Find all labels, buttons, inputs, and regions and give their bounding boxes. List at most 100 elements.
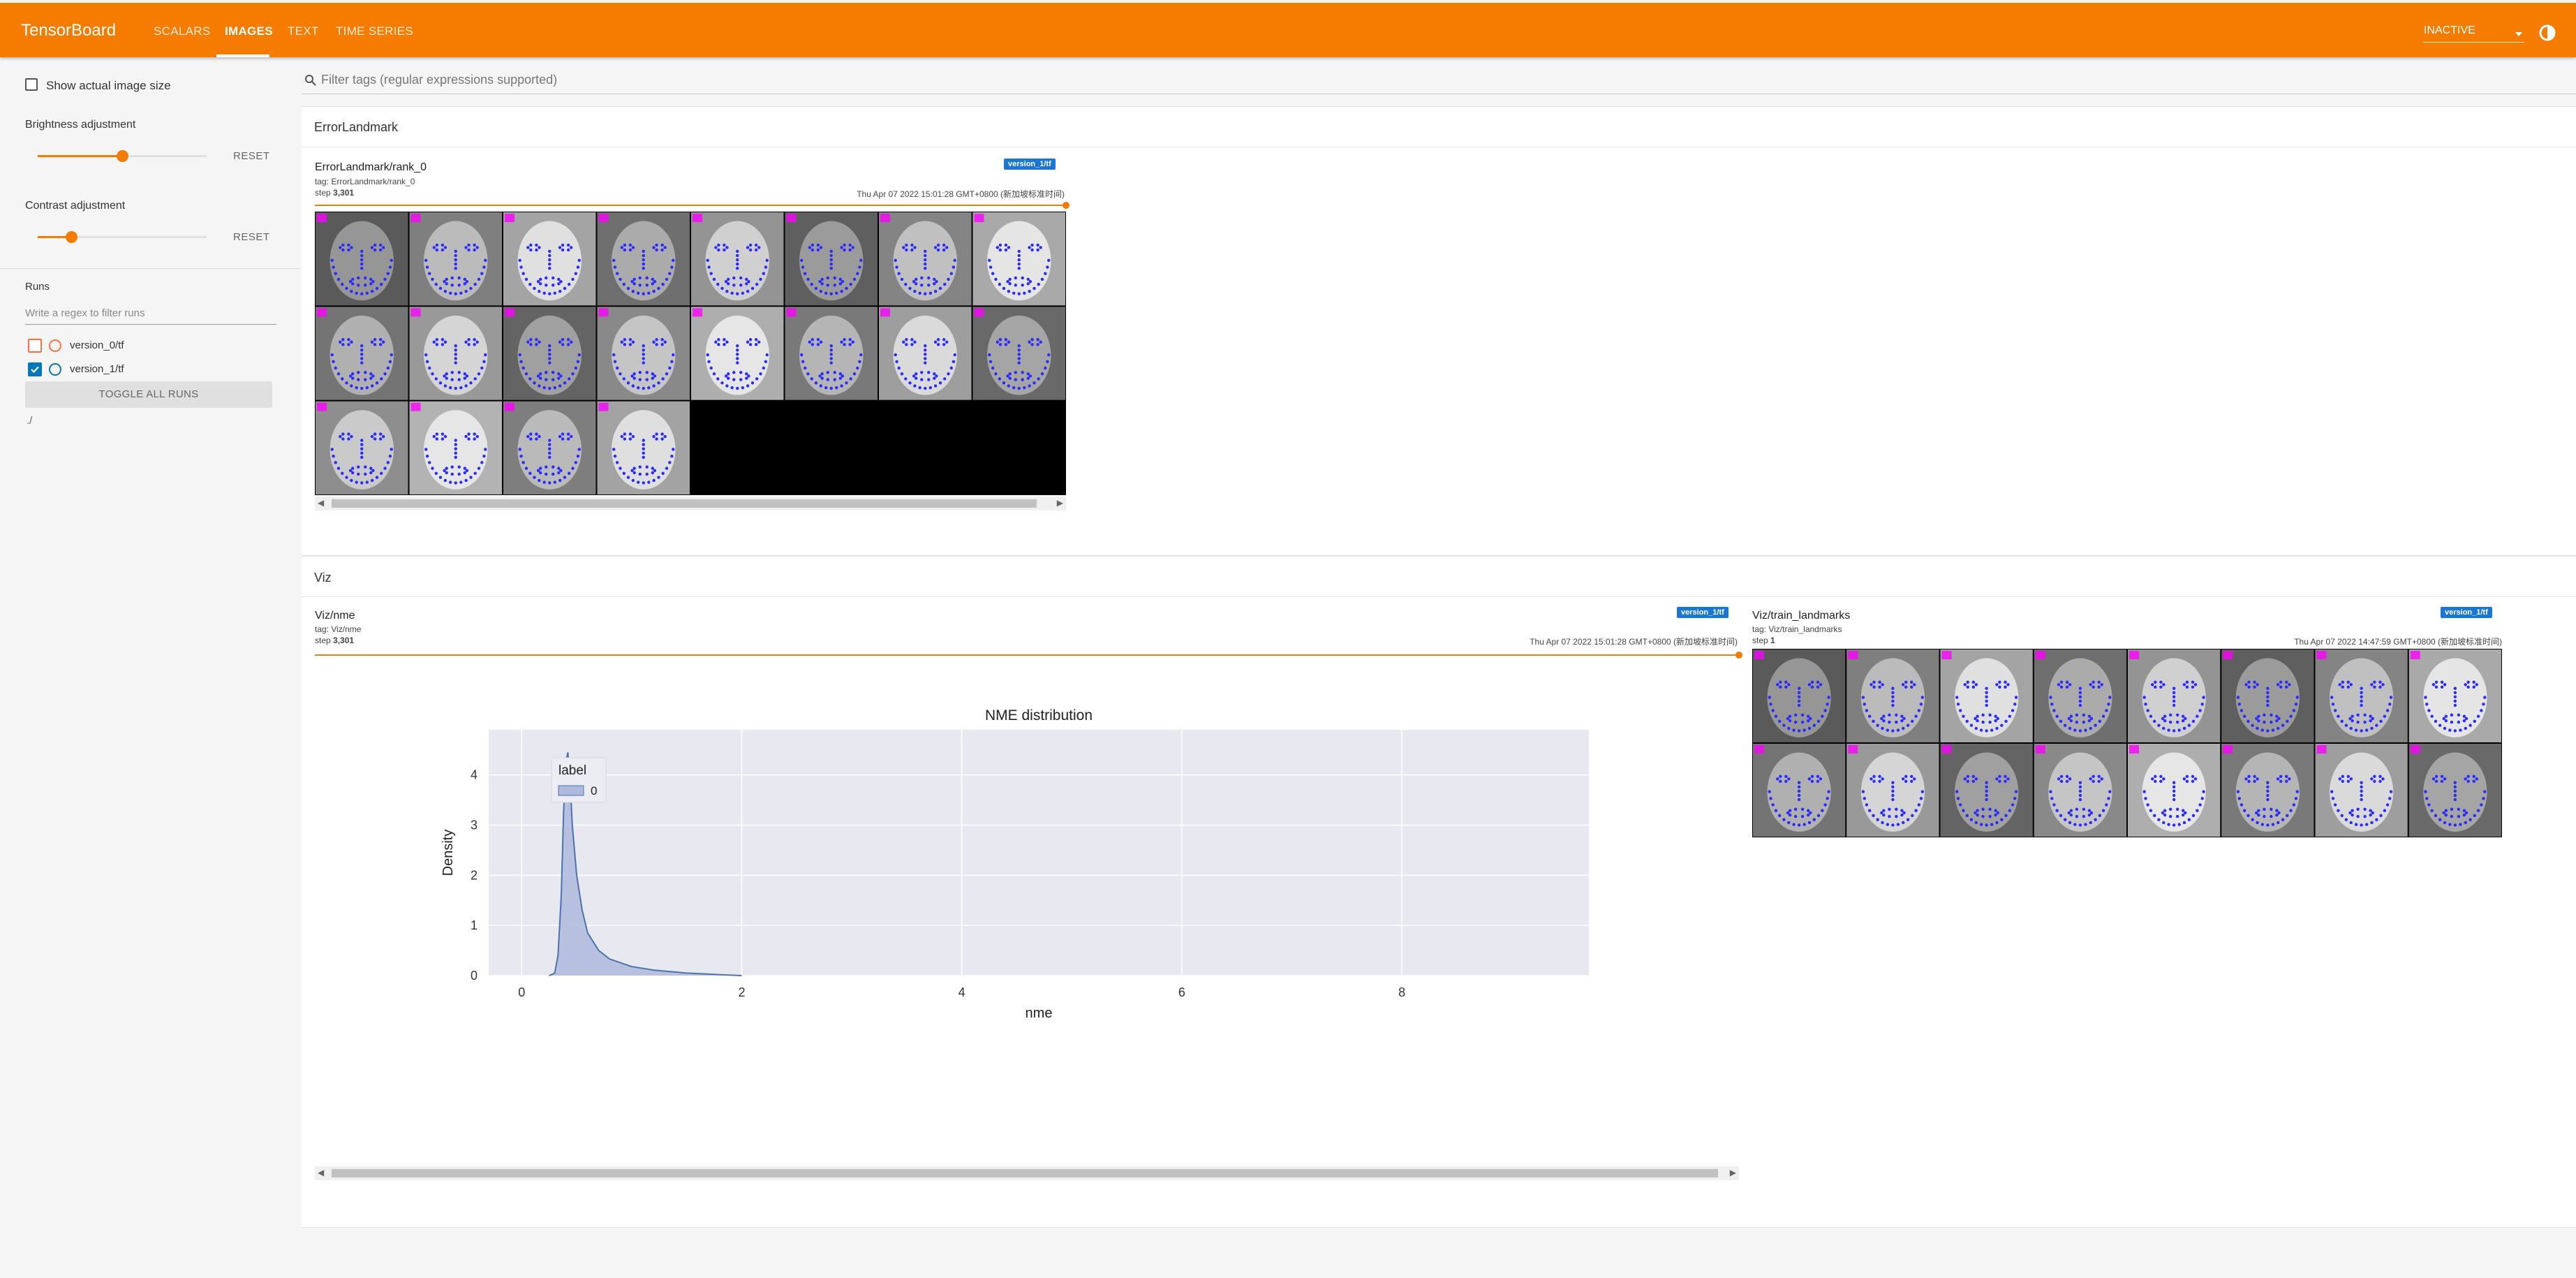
landmark-image-grid[interactable] xyxy=(315,212,1066,495)
face-tile xyxy=(597,401,690,494)
legend-swatch xyxy=(558,785,584,796)
face-tile xyxy=(691,307,784,400)
tab-images[interactable]: IMAGES xyxy=(225,24,273,38)
face-tile xyxy=(2315,649,2408,742)
image-horizontal-scrollbar[interactable]: ◀ ▶ xyxy=(315,1166,1739,1180)
card-timestamp: Thu Apr 07 2022 15:01:28 GMT+0800 (新加坡标准… xyxy=(1530,637,1738,647)
run-checkbox[interactable] xyxy=(28,362,42,376)
app-brand[interactable]: TensorBoard xyxy=(21,21,116,41)
chevron-down-icon xyxy=(2515,28,2523,41)
theme-toggle-icon[interactable] xyxy=(2538,24,2556,42)
x-tick-label: 0 xyxy=(518,985,525,999)
contrast-reset-button[interactable]: RESET xyxy=(233,231,270,243)
face-tile xyxy=(2315,744,2408,837)
face-tile xyxy=(879,307,972,400)
status-value: INACTIVE xyxy=(2424,24,2475,36)
brightness-slider-fill xyxy=(38,155,122,157)
face-tile xyxy=(691,212,784,306)
scroll-left-icon[interactable]: ◀ xyxy=(318,1168,324,1177)
run-checkbox[interactable] xyxy=(28,339,42,353)
scrollbar-thumb[interactable] xyxy=(332,499,1037,508)
face-tile xyxy=(785,212,878,306)
brightness-slider[interactable] xyxy=(38,150,207,162)
scroll-right-icon[interactable]: ▶ xyxy=(1730,1168,1736,1177)
contrast-label: Contrast adjustment xyxy=(25,200,126,212)
tab-scalars[interactable]: SCALARS xyxy=(154,24,210,38)
contrast-slider[interactable] xyxy=(38,231,207,243)
card-timestamp: Thu Apr 07 2022 14:47:59 GMT+0800 (新加坡标准… xyxy=(2294,637,2502,647)
run-color-swatch[interactable] xyxy=(49,363,61,376)
toggle-all-runs-button[interactable]: TOGGLE ALL RUNS xyxy=(25,381,272,408)
face-tile xyxy=(972,307,1065,400)
card-title: ErrorLandmark/rank_0 xyxy=(315,161,427,173)
search-icon xyxy=(305,75,316,86)
face-tile xyxy=(1753,744,1846,837)
y-tick-label: 2 xyxy=(471,868,478,882)
face-tile xyxy=(409,307,502,400)
run-name: version_0/tf xyxy=(70,339,124,351)
step-slider-thumb[interactable] xyxy=(1735,652,1742,659)
card-timestamp: Thu Apr 07 2022 15:01:28 GMT+0800 (新加坡标准… xyxy=(857,189,1065,199)
show-actual-size-label: Show actual image size xyxy=(46,79,171,92)
face-tile xyxy=(503,212,596,306)
x-tick-label: 2 xyxy=(738,985,745,999)
chart-title: NME distribution xyxy=(985,707,1093,724)
brightness-reset-button[interactable]: RESET xyxy=(233,150,270,162)
section-divider xyxy=(302,596,2576,597)
section-title: ErrorLandmark xyxy=(314,120,399,134)
face-tile xyxy=(972,212,1065,306)
scroll-left-icon[interactable]: ◀ xyxy=(318,498,324,508)
face-tile xyxy=(597,212,690,306)
face-tile xyxy=(2128,744,2221,837)
nme-distribution-chart[interactable]: 0 2 4 6 8 0 1 2 3 4 NME distribution nme Density labe… xyxy=(315,696,1739,1018)
face-tile xyxy=(1940,649,2033,742)
face-tiles xyxy=(1753,649,2501,837)
step-slider[interactable] xyxy=(315,654,1739,656)
runs-filter-input[interactable]: Write a regex to filter runs xyxy=(25,306,276,325)
face-tile xyxy=(1846,744,1939,837)
face-tile xyxy=(1940,744,2033,837)
face-tile xyxy=(2034,649,2126,742)
landmark-image-grid[interactable] xyxy=(1752,649,2502,837)
step-slider[interactable] xyxy=(315,205,1066,206)
status-select[interactable]: INACTIVE xyxy=(2422,21,2524,43)
run-chip: version_1/tf xyxy=(2441,607,2492,618)
run-chip: version_1/tf xyxy=(1004,159,1056,170)
x-tick-label: 4 xyxy=(958,985,965,999)
tab-text[interactable]: TEXT xyxy=(288,24,319,38)
face-tile xyxy=(316,401,408,494)
run-color-swatch[interactable] xyxy=(49,339,61,352)
face-tile xyxy=(2034,744,2126,837)
runs-filter-placeholder: Write a regex to filter runs xyxy=(25,307,145,319)
face-tile xyxy=(1846,649,1939,742)
face-tile xyxy=(1753,649,1846,742)
scroll-right-icon[interactable]: ▶ xyxy=(1057,498,1063,508)
card-tag: tag: Viz/train_landmarks xyxy=(1752,624,1842,634)
tag-filter-placeholder: Filter tags (regular expressions support… xyxy=(321,73,558,87)
face-tiles xyxy=(316,212,1065,494)
card-tag: tag: ErrorLandmark/rank_0 xyxy=(315,177,415,186)
section-errorlandmark: ErrorLandmark ErrorLandmark/rank_0 versi… xyxy=(302,106,2576,556)
x-tick-label: 8 xyxy=(1398,985,1405,999)
contrast-slider-thumb[interactable] xyxy=(66,231,78,243)
face-tile xyxy=(409,401,502,494)
y-tick-label: 3 xyxy=(471,818,478,832)
card-tag: tag: Viz/nme xyxy=(315,624,362,634)
legend-title: label xyxy=(558,763,586,778)
face-tile xyxy=(597,307,690,400)
image-horizontal-scrollbar[interactable]: ◀ ▶ xyxy=(315,497,1066,511)
log-dir-path: ./ xyxy=(27,415,33,427)
y-tick-label: 4 xyxy=(471,768,478,782)
face-tile xyxy=(2408,649,2501,742)
scrollbar-thumb[interactable] xyxy=(332,1169,1718,1177)
card-title: Viz/nme xyxy=(315,610,355,622)
step-slider-thumb[interactable] xyxy=(1063,202,1069,209)
face-tile xyxy=(503,307,596,400)
tag-filter-input[interactable]: Filter tags (regular expressions support… xyxy=(302,68,2576,94)
y-tick-label: 0 xyxy=(471,969,478,983)
brightness-slider-thumb[interactable] xyxy=(117,150,128,162)
face-tile xyxy=(2408,744,2501,837)
show-actual-size-checkbox[interactable] xyxy=(25,78,38,91)
tab-time-series[interactable]: TIME SERIES xyxy=(336,24,413,38)
run-chip: version_1/tf xyxy=(1677,607,1729,618)
